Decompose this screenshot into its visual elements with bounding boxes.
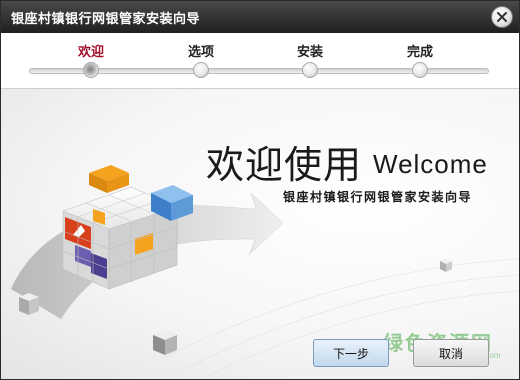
small-cube-icon: [153, 330, 177, 355]
step-welcome: 欢迎: [61, 41, 121, 78]
close-button[interactable]: [491, 6, 513, 28]
cube-illustration: [10, 165, 519, 379]
cancel-button[interactable]: 取消: [413, 339, 489, 367]
installer-window: 银座村镇银行网银管家安装向导 欢迎 选项 安装 完成 欢迎使用 Welcome …: [0, 0, 520, 380]
welcome-heading-en: Welcome: [373, 149, 488, 179]
window-title: 银座村镇银行网银管家安装向导: [11, 12, 201, 27]
welcome-heading: 欢迎使用: [206, 143, 363, 187]
welcome-panel: 欢迎使用 Welcome 银座村镇银行网银管家安装向导 绿色资源网 www.do…: [1, 89, 519, 379]
step-finish: 完成: [390, 41, 450, 78]
wizard-subtitle: 银座村镇银行网银管家安装向导: [283, 190, 473, 204]
step-dot: [302, 62, 318, 78]
step-label: 选项: [187, 45, 214, 60]
next-button[interactable]: 下一步: [313, 339, 389, 367]
step-label: 欢迎: [77, 45, 104, 60]
step-install: 安装: [280, 41, 340, 78]
step-label: 安装: [296, 45, 323, 60]
step-indicator: 欢迎 选项 安装 完成: [1, 33, 519, 89]
step-dot: [193, 62, 209, 78]
small-cube-icon: [19, 293, 39, 315]
step-dot: [412, 62, 428, 78]
step-dot-active: [83, 62, 99, 78]
small-cube-icon: [440, 258, 452, 272]
title-bar[interactable]: 银座村镇银行网银管家安装向导: [1, 1, 519, 33]
cube-icon: [62, 165, 193, 290]
close-icon: [497, 12, 507, 22]
step-label: 完成: [406, 45, 433, 60]
step-options: 选项: [171, 41, 231, 78]
